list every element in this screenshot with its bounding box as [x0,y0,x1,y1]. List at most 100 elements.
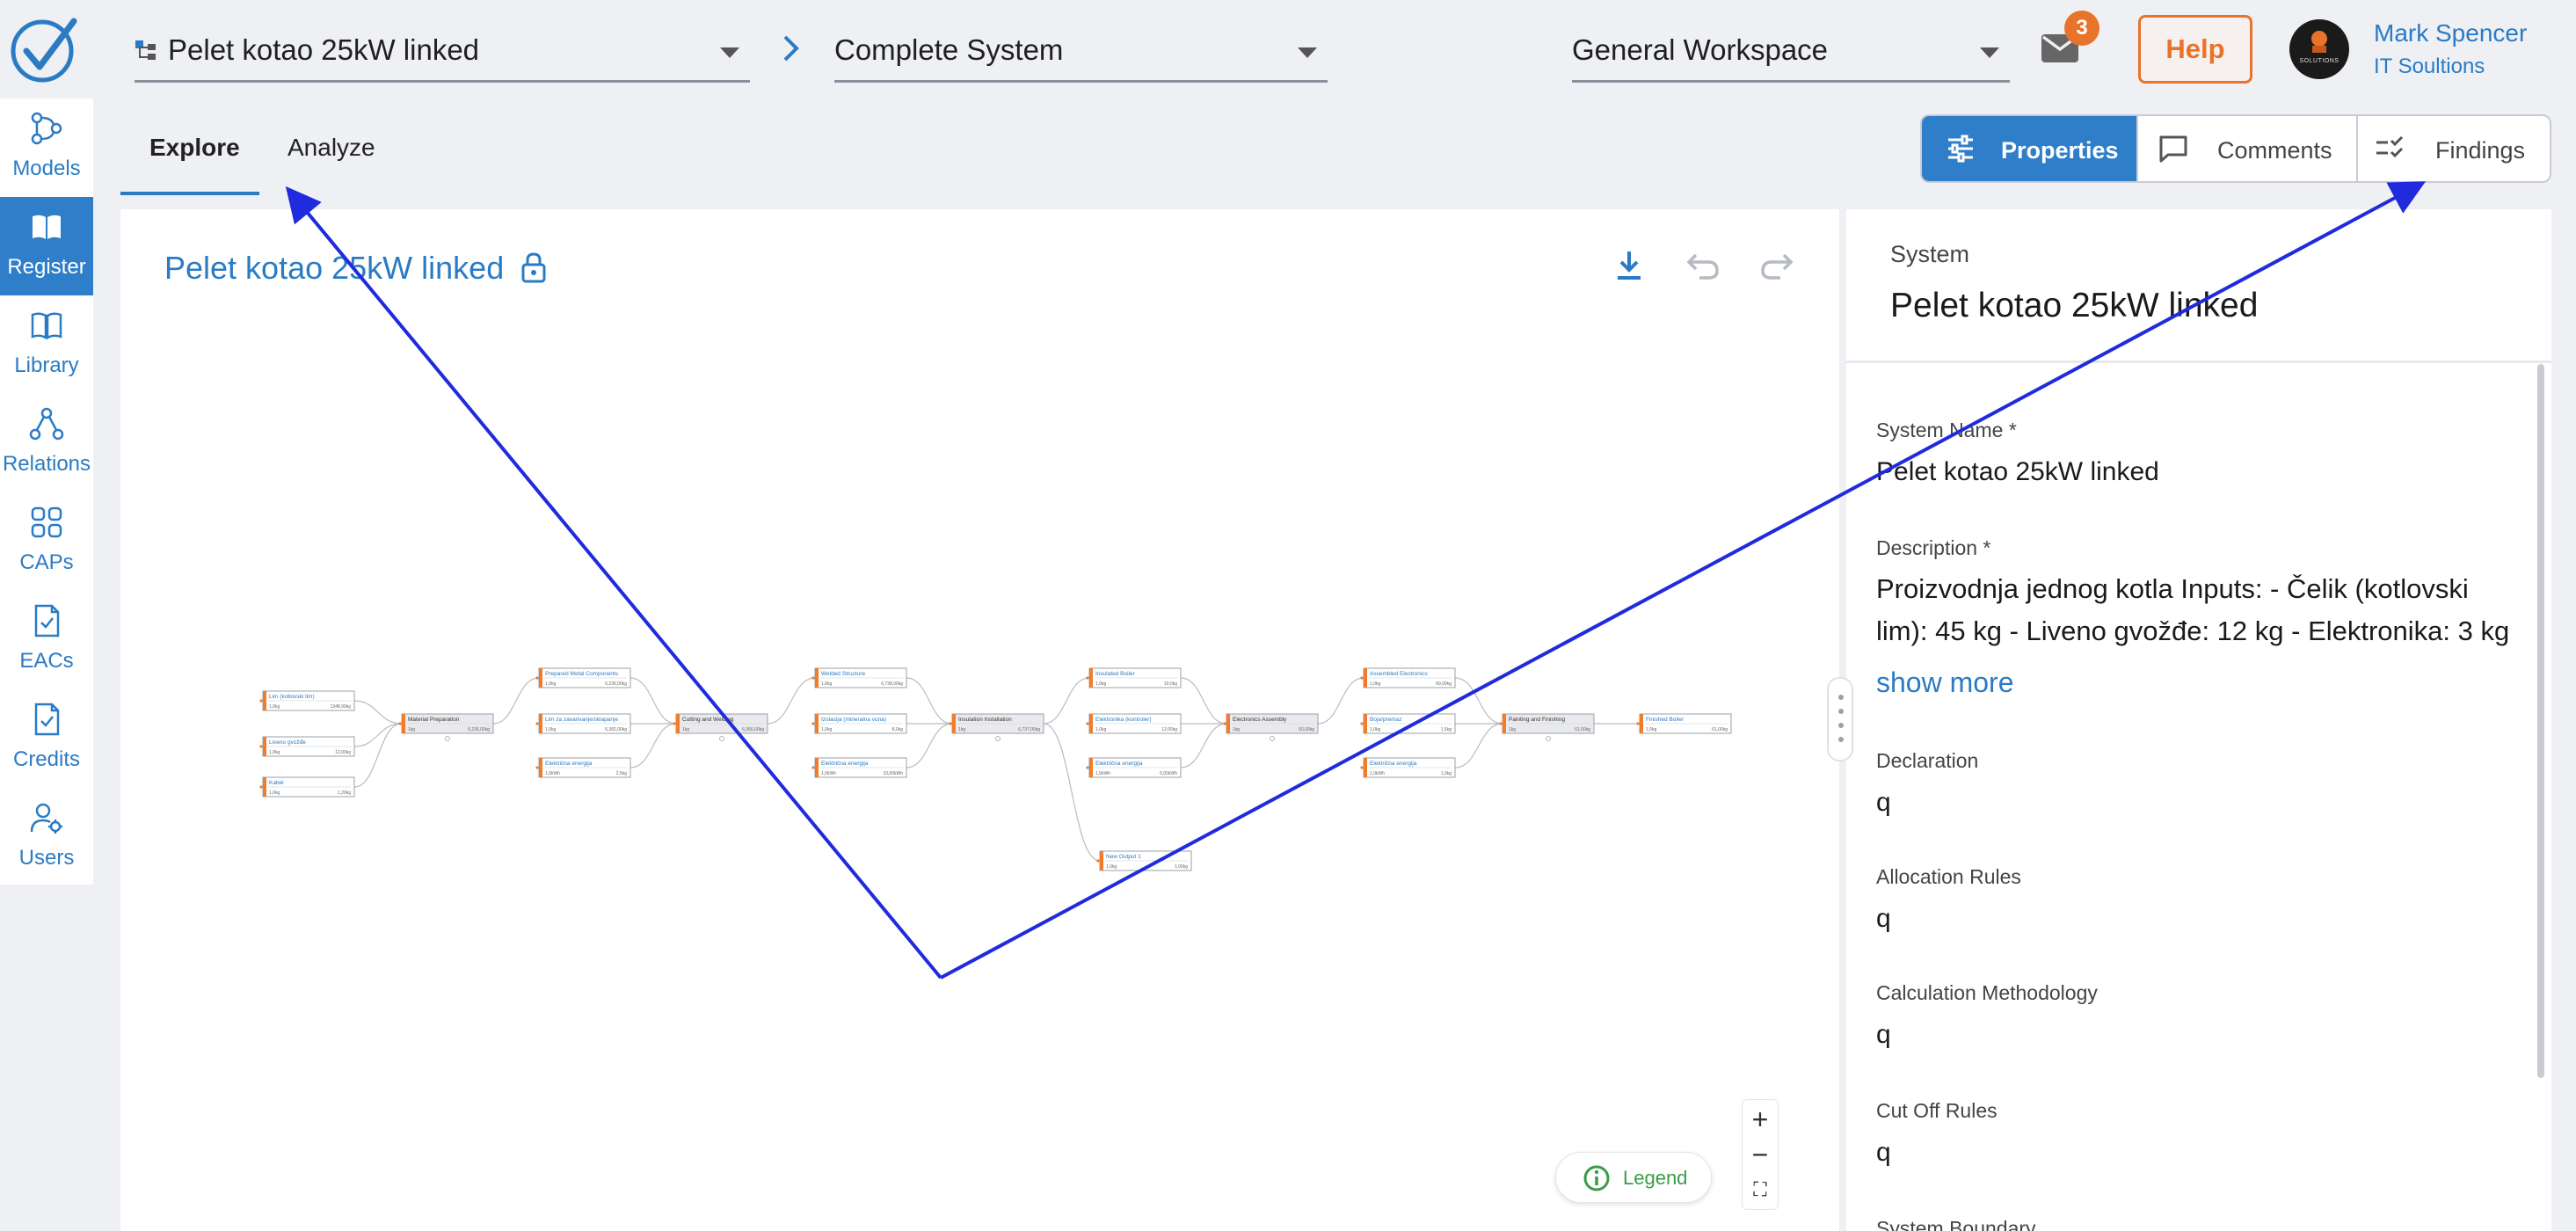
system-name-value[interactable]: Pelet kotao 25kW linked [1876,457,2159,487]
graph-node[interactable]: Boja/premaz 1,0kg 1,5kg [1360,713,1456,734]
user-name[interactable]: Mark Spencer [2374,19,2527,47]
graph-node-total: 60,00kg [1299,727,1314,732]
graph-node[interactable]: Welded Structure 1,0kg 6,738,00kg [811,667,907,688]
mail-count-badge: 3 [2064,11,2099,46]
redo-icon[interactable] [1757,246,1796,285]
info-icon [1583,1165,1610,1191]
graph-node-label: Lim (kotlovski lim) [269,694,315,700]
graph-node-label: Električna energija [821,761,869,767]
graph-node-total: 1348,90kg [331,704,352,710]
comments-button[interactable]: Comments [2136,116,2356,181]
graph-node[interactable]: Finished Boiler 1,0kg 61,00kg [1636,713,1732,734]
graph-node-qty: 1,0kWh [821,771,836,776]
chevron-down-icon [720,47,739,58]
tab-explore[interactable]: Explore [149,134,240,162]
graph-node-total: 12,00kg [1161,727,1177,732]
graph-node[interactable]: Kabel 1,0kg 1,20kg [259,776,355,798]
graph-node-label: Liveno gvožđe [269,739,306,746]
app-logo-icon[interactable] [9,14,79,84]
nav-item-relations[interactable]: Relations [0,394,93,492]
models-icon [31,112,62,145]
declaration-value[interactable]: q [1876,788,1891,818]
nav-item-models[interactable]: Models [0,98,93,197]
model-select[interactable]: Pelet kotao 25kW linked [135,19,750,83]
nav-label: Relations [2,452,91,476]
graph-node-qty: 1kg [1509,727,1516,732]
nav-label: Users [18,846,75,870]
system-select-value: Complete System [834,33,1064,66]
workspace-select[interactable]: General Workspace [1572,19,2010,83]
download-icon[interactable] [1610,246,1648,285]
graph-node[interactable]: Material Preparation 1kg 6,236,00kg [398,713,494,741]
graph-node-total: 1,00kg [1175,864,1188,870]
help-button[interactable]: Help [2138,15,2252,84]
graph-node[interactable]: Insulated Boiler 1,0kg 10,0kg [1086,667,1182,688]
graph-edge [492,677,540,725]
graph-node[interactable]: Električna energija 1,0kWh 10,00kWh [811,757,907,778]
graph-node-total: 6,00kWh [1160,771,1177,776]
declaration-label: Declaration [1876,749,1979,772]
legend-button[interactable]: Legend [1555,1152,1712,1203]
graph-node-label: Finished Boiler [1646,717,1685,723]
graph-node[interactable]: Izolacija (mineralna vuna) 1,0kg 8,0kg [811,713,907,734]
panel-scrollbar[interactable] [2537,364,2544,1078]
view-toggle-group: Properties Comments Findings [1920,114,2551,183]
library-icon [31,312,62,340]
graph-node[interactable]: Lim za zavarivanje/sklapanje 1,0kg 6,382,0… [535,713,631,734]
graph-node[interactable]: Liveno gvožđe 1,0kg 12,00kg [259,736,355,757]
graph-node[interactable]: Elektronika (kontroler) 1,0kg 12,00kg [1086,713,1182,734]
undo-icon[interactable] [1684,246,1722,285]
graph-node-qty: 1kg [1233,727,1240,732]
graph-node[interactable]: Cutting and Welding 1kg 6,356,00kg [673,713,768,741]
fit-view-icon[interactable]: ⛶ [1743,1172,1778,1207]
zoom-controls: + − ⛶ [1742,1099,1779,1210]
graph-edge [906,677,953,725]
description-value[interactable]: Proizvodnja jednog kotla Inputs: - Čelik… [1876,568,2518,652]
show-more-link[interactable]: show more [1876,666,2014,699]
graph-node[interactable]: Prepared Metal Components 1,0kg 6,236,00kg [535,667,631,688]
top-bar: Pelet kotao 25kW linked Complete System … [0,0,2576,98]
tab-analyze[interactable]: Analyze [287,134,375,162]
graph-node[interactable]: Insulation Installation 1kg 6,737,00kg [949,713,1044,741]
users-icon [30,803,62,834]
findings-button[interactable]: Findings [2356,116,2550,181]
graph-node-label: Kabel [269,780,284,786]
zoom-out-button[interactable]: − [1743,1137,1778,1172]
properties-button[interactable]: Properties [1922,116,2136,181]
graph-node[interactable]: Painting and Finishing 1kg 61,00kg [1499,713,1595,741]
nav-label: Register [7,255,86,279]
description-label: Description * [1876,536,1991,559]
sliders-icon [1948,135,1973,163]
nav-item-caps[interactable]: CAPs [0,492,93,591]
graph-node[interactable]: Električna energija 1,0kWh 6,00kWh [1086,757,1182,778]
panel-resize-handle[interactable] [1827,677,1853,761]
graph-node[interactable]: Lim (kotlovski lim) 1,0kg 1348,90kg [259,690,355,711]
graph-node[interactable]: Electronics Assembly 1kg 60,00kg [1223,713,1319,741]
graph-node-label: Električna energija [1370,761,1417,767]
calculation-methodology-value[interactable]: q [1876,1020,1891,1050]
graph-node[interactable]: New Output 1 1,0kg 1,00kg [1096,850,1192,871]
allocation-rules-value[interactable]: q [1876,904,1891,934]
avatar[interactable]: SOLUTIONS [2289,19,2349,79]
nav-item-register[interactable]: Register [0,197,93,295]
process-graph[interactable]: Lim (kotlovski lim) 1,0kg 1348,90kg Liveno … [120,209,1839,1231]
graph-node-qty: 1,0kWh [545,771,560,776]
nav-item-library[interactable]: Library [0,295,93,394]
lock-icon[interactable] [520,251,547,283]
graph-node-qty: 1,0kg [1095,681,1106,687]
graph-node[interactable]: Assembled Electronics 1,0kg 60,00kg [1360,667,1456,688]
diagram-canvas[interactable]: Lim (kotlovski lim) 1,0kg 1348,90kg Liveno … [120,209,1839,1231]
graph-node[interactable]: Električna energija 1,0kWh 2,5kg [535,757,631,778]
graph-node-total: 6,738,00kg [881,681,903,687]
system-select[interactable]: Complete System [834,19,1328,83]
avatar-text: SOLUTIONS [2299,58,2340,64]
nav-item-credits[interactable]: Credits [0,689,93,788]
nav-item-users[interactable]: Users [0,788,93,886]
graph-node-total: 6,236,00kg [605,681,627,687]
zoom-in-button[interactable]: + [1743,1102,1778,1137]
nav-item-eacs[interactable]: EACs [0,591,93,689]
graph-node[interactable]: Električna energija 1,0kWh 1,0kg [1360,757,1456,778]
graph-node-total: 1,0kg [1441,771,1452,776]
cut-off-rules-value[interactable]: q [1876,1138,1891,1168]
graph-edge [767,677,816,725]
